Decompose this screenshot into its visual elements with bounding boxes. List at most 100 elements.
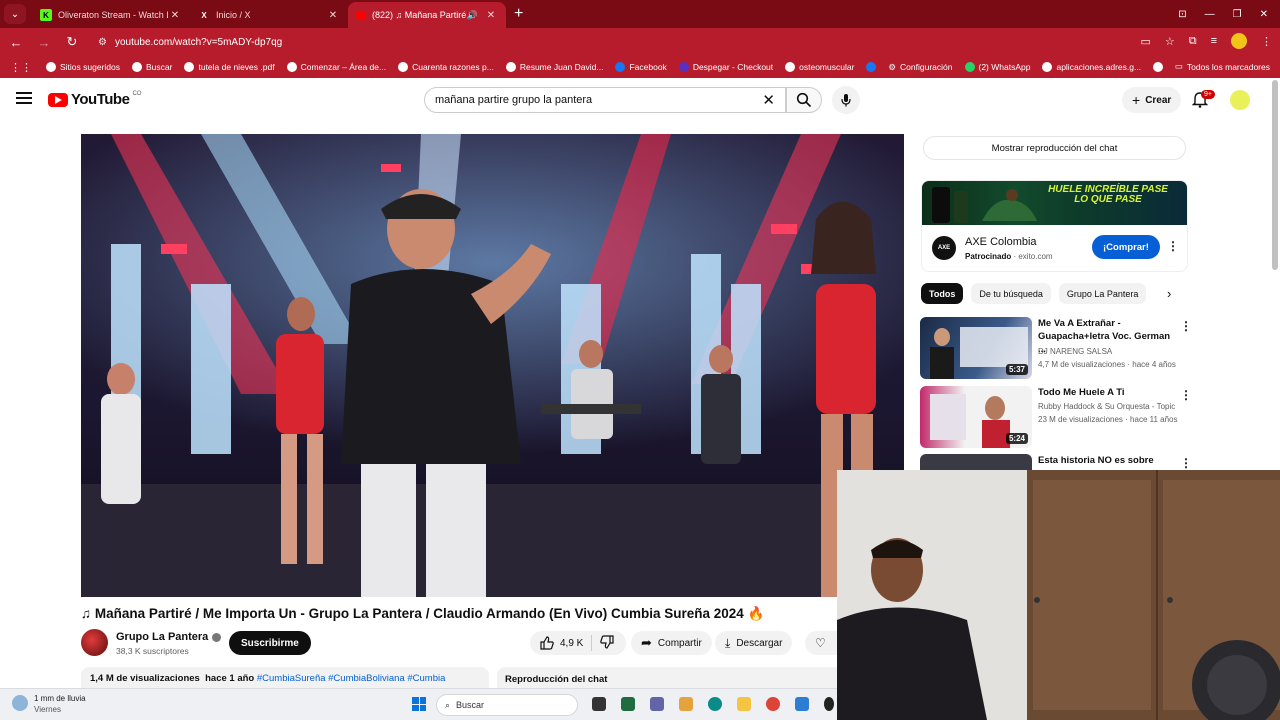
- chrome-menu-icon[interactable]: ⊡: [1178, 9, 1186, 20]
- url-field[interactable]: ⚙ youtube.com/watch?v=5mADY-dp7qg: [92, 31, 1172, 53]
- subscriber-count: 38,3 K suscriptores: [116, 646, 189, 656]
- hashtags[interactable]: #CumbiaSureña #CumbiaBoliviana #Cumbia: [257, 673, 446, 684]
- subscribe-button[interactable]: Suscribirme: [229, 631, 311, 655]
- task-view-icon[interactable]: [592, 697, 606, 711]
- tab-youtube-active[interactable]: (822) ♫ Mañana Partiré / M 🔊 ✕: [348, 2, 506, 28]
- bookmark-item[interactable]: osteomuscular: [785, 62, 854, 72]
- channel-name[interactable]: DJ NARENG SALSA: [1038, 347, 1112, 356]
- more-options-icon[interactable]: ⋮: [1180, 319, 1192, 333]
- taskbar-search[interactable]: ⌕ Buscar: [436, 694, 578, 716]
- thumbs-down-icon: [600, 634, 614, 649]
- apps-grid-icon[interactable]: ⋮⋮: [10, 61, 32, 74]
- youtube-logo[interactable]: YouTube CO: [48, 91, 141, 108]
- ad-banner-image[interactable]: HUELE INCREÍBLE PASE LO QUE PASE: [922, 181, 1187, 225]
- show-chat-replay-button[interactable]: Mostrar reproducción del chat: [923, 136, 1186, 160]
- recommended-video[interactable]: Esta historia NO es sobre ⋮: [920, 454, 1190, 470]
- chrome-icon[interactable]: [766, 697, 780, 711]
- video-title[interactable]: Esta historia NO es sobre: [1038, 454, 1178, 467]
- bookmark-star-icon[interactable]: ☆: [1165, 35, 1175, 48]
- video-thumbnail[interactable]: 5:24: [920, 386, 1032, 448]
- buy-button[interactable]: ¡Comprar!: [1092, 235, 1160, 259]
- all-bookmarks[interactable]: ▭ Todos los marcadores: [1175, 61, 1270, 72]
- hamburger-menu-icon[interactable]: [16, 92, 32, 104]
- media-controls-icon[interactable]: ≡: [1211, 35, 1217, 47]
- reload-icon[interactable]: ↻: [60, 34, 84, 50]
- clear-search-icon[interactable]: ✕: [762, 91, 775, 109]
- file-explorer-icon[interactable]: [737, 697, 751, 711]
- app-icon[interactable]: [795, 697, 809, 711]
- create-button[interactable]: + Crear: [1122, 87, 1182, 113]
- audio-playing-icon[interactable]: 🔊: [467, 10, 478, 21]
- chip-grupo-la-pantera[interactable]: Grupo La Pantera: [1058, 283, 1147, 304]
- recommended-video[interactable]: 5:37 Me Va A Extrañar - Guapacha+letra V…: [920, 317, 1192, 379]
- windows-start-icon[interactable]: [412, 697, 426, 711]
- channel-name-link[interactable]: Grupo La Pantera: [116, 631, 222, 643]
- site-info-icon[interactable]: ⚙: [98, 37, 107, 48]
- video-thumbnail[interactable]: [920, 454, 1032, 470]
- more-options-icon[interactable]: ⋮: [1180, 456, 1190, 470]
- recommended-video[interactable]: 5:24 Todo Me Huele A Ti Rubby Haddock & …: [920, 386, 1192, 448]
- bookmark-item[interactable]: [1153, 62, 1164, 72]
- sponsored-ad-card[interactable]: HUELE INCREÍBLE PASE LO QUE PASE AXE AXE…: [921, 180, 1188, 272]
- teams-icon[interactable]: [650, 697, 664, 711]
- close-tab-icon[interactable]: ✕: [168, 10, 182, 21]
- profile-avatar[interactable]: [1231, 33, 1247, 49]
- like-count: 4,9 K: [560, 637, 584, 649]
- tab-x[interactable]: X Inicio / X ✕: [190, 2, 348, 28]
- channel-avatar[interactable]: [81, 629, 108, 656]
- chip-de-tu-busqueda[interactable]: De tu búsqueda: [971, 283, 1051, 304]
- weather-widget[interactable]: 1 mm de lluvia Viernes: [12, 693, 86, 715]
- tab-search-button[interactable]: ⌄: [4, 4, 26, 24]
- bookmark-item[interactable]: Despegar - Checkout: [678, 62, 773, 72]
- voice-search-button[interactable]: [832, 86, 860, 114]
- bookmark-item[interactable]: aplicaciones.adres.g...: [1042, 62, 1141, 72]
- chevron-right-icon[interactable]: ›: [1167, 286, 1171, 301]
- more-options-icon[interactable]: ⋮: [1180, 388, 1192, 402]
- page-scrollbar[interactable]: [1272, 80, 1278, 270]
- channel-name[interactable]: Rubby Haddock & Su Orquesta - Topic: [1038, 402, 1175, 411]
- bookmark-item[interactable]: tutela de nieves .pdf: [184, 62, 275, 72]
- close-window-icon[interactable]: ✕: [1260, 9, 1268, 20]
- download-button[interactable]: ⤓ Descargar: [715, 631, 793, 655]
- chip-todos[interactable]: Todos: [921, 283, 964, 304]
- tab-title: Oliveraton Stream - Watch Live: [58, 10, 168, 20]
- tab-oliveraton[interactable]: K Oliveraton Stream - Watch Live ✕: [32, 2, 190, 28]
- app-icon[interactable]: [824, 697, 834, 711]
- bookmark-item[interactable]: [866, 62, 877, 72]
- like-button[interactable]: 4,9 K: [530, 635, 592, 651]
- app-icon[interactable]: [621, 697, 635, 711]
- browser-menu-icon[interactable]: ⋮: [1261, 35, 1272, 48]
- bookmark-item[interactable]: Sitios sugeridos: [46, 62, 120, 72]
- copilot-icon[interactable]: [679, 697, 693, 711]
- forward-arrow-icon[interactable]: →: [32, 35, 56, 50]
- advertiser-name: AXE Colombia: [965, 236, 1037, 248]
- video-title[interactable]: Todo Me Huele A Ti: [1038, 386, 1178, 399]
- search-button[interactable]: [786, 87, 822, 113]
- kick-favicon-icon: K: [40, 9, 52, 21]
- cast-icon[interactable]: ▭: [1140, 35, 1150, 48]
- dislike-button[interactable]: [592, 634, 614, 652]
- video-thumbnail[interactable]: 5:37: [920, 317, 1032, 379]
- video-player[interactable]: [81, 134, 904, 597]
- more-options-icon[interactable]: ⋮: [1167, 239, 1179, 253]
- close-tab-icon[interactable]: ✕: [326, 10, 340, 21]
- axe-brand-logo: AXE: [932, 236, 956, 260]
- search-input[interactable]: mañana partire grupo la pantera ✕: [424, 87, 786, 113]
- bookmark-item[interactable]: Cuarenta razones p...: [398, 62, 494, 72]
- back-arrow-icon[interactable]: ←: [4, 35, 28, 50]
- bookmark-item[interactable]: Facebook: [615, 62, 667, 72]
- like-dislike-group: 4,9 K: [530, 631, 626, 655]
- bookmark-item[interactable]: Resume Juan David...: [505, 62, 603, 72]
- edge-icon[interactable]: [708, 697, 722, 711]
- bookmark-item[interactable]: Comenzar – Área de...: [286, 62, 386, 72]
- bookmark-item[interactable]: Buscar: [132, 62, 172, 72]
- share-button[interactable]: ➦ Compartir: [631, 631, 712, 655]
- bookmark-item[interactable]: ⚙ Configuración: [888, 62, 952, 73]
- close-tab-icon[interactable]: ✕: [484, 10, 498, 21]
- minimize-icon[interactable]: —: [1205, 9, 1215, 20]
- account-avatar[interactable]: [1230, 90, 1250, 110]
- extensions-icon[interactable]: ⧉: [1189, 35, 1197, 48]
- bookmark-item[interactable]: (2) WhatsApp: [964, 62, 1030, 72]
- restore-icon[interactable]: ❐: [1233, 9, 1242, 20]
- new-tab-icon[interactable]: +: [514, 5, 523, 23]
